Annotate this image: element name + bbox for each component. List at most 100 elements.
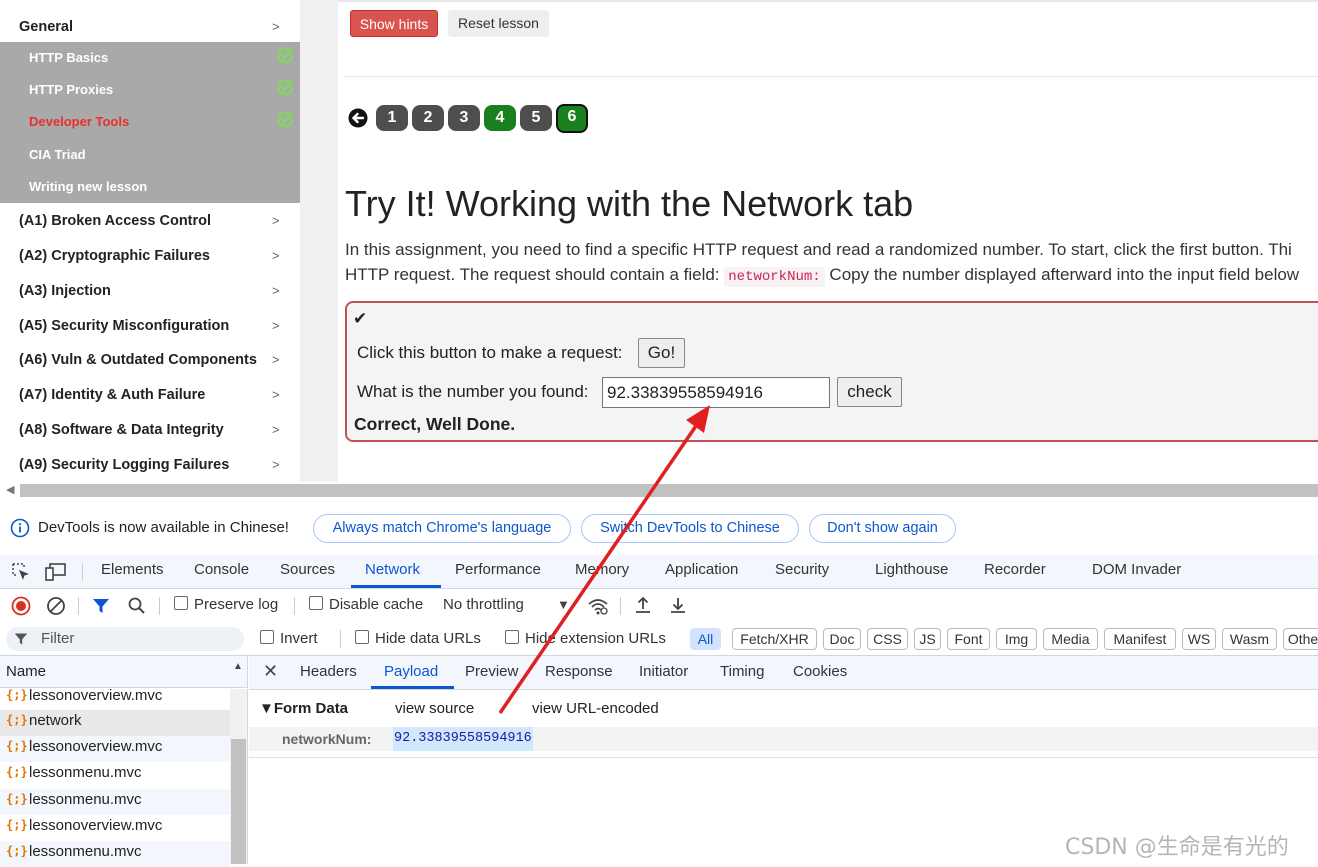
type-filter-img[interactable]: Img <box>996 628 1037 650</box>
type-filter-media[interactable]: Media <box>1043 628 1098 650</box>
type-filter-wasm[interactable]: Wasm <box>1222 628 1277 650</box>
number-label: What is the number you found: <box>357 382 589 401</box>
dropdown-arrow-icon[interactable]: ▼ <box>557 597 570 612</box>
tab-preview[interactable]: Preview <box>465 663 518 680</box>
type-filter-all[interactable]: All <box>690 628 721 650</box>
scroll-left-icon[interactable]: ◀ <box>6 483 14 496</box>
switch-to-chinese-button[interactable]: Switch DevTools to Chinese <box>581 514 799 543</box>
close-icon[interactable]: ✕ <box>263 661 278 682</box>
tab-headers[interactable]: Headers <box>300 663 357 680</box>
tab-cookies[interactable]: Cookies <box>793 663 847 680</box>
device-toolbar-icon[interactable] <box>45 562 67 582</box>
type-filter-doc[interactable]: Doc <box>823 628 861 650</box>
page-button-4[interactable]: 4 <box>484 105 516 131</box>
tab-response[interactable]: Response <box>545 663 613 680</box>
tab-initiator[interactable]: Initiator <box>639 663 688 680</box>
tab-sources[interactable]: Sources <box>280 561 335 578</box>
category-general[interactable]: General > <box>0 10 300 44</box>
page-button-6[interactable]: 6 <box>556 104 588 133</box>
sort-arrow-icon[interactable]: ▲ <box>233 661 243 672</box>
form-data-toggle[interactable]: ▼Form Data <box>259 700 348 717</box>
previous-page-icon[interactable] <box>348 108 368 128</box>
lesson-paragraph-line-2: HTTP request. The request should contain… <box>345 265 1299 287</box>
disable-cache-checkbox[interactable]: Disable cache <box>309 596 423 613</box>
scrollbar-thumb[interactable] <box>231 739 246 864</box>
tab-timing[interactable]: Timing <box>720 663 764 680</box>
xhr-icon: {;} <box>6 818 28 832</box>
view-url-encoded-link[interactable]: view URL-encoded <box>532 700 659 717</box>
reset-lesson-button[interactable]: Reset lesson <box>448 10 549 37</box>
type-filter-other[interactable]: Othe <box>1283 628 1318 650</box>
tab-elements[interactable]: Elements <box>101 561 164 578</box>
request-row[interactable]: {;} lessonmenu.mvc <box>0 762 230 788</box>
chevron-right-icon: > <box>272 213 280 228</box>
lesson-http-basics[interactable]: HTTP Basics <box>0 42 300 74</box>
tab-recorder[interactable]: Recorder <box>984 561 1046 578</box>
lesson-developer-tools[interactable]: Developer Tools <box>0 106 300 138</box>
checkbox-icon <box>355 630 369 644</box>
preserve-log-checkbox[interactable]: Preserve log <box>174 596 278 613</box>
page-button-5[interactable]: 5 <box>520 105 552 131</box>
request-row[interactable]: {;} lessonoverview.mvc <box>0 685 230 711</box>
type-filter-font[interactable]: Font <box>947 628 990 650</box>
show-hints-button[interactable]: Show hints <box>350 10 438 37</box>
checkbox-label: Invert <box>280 630 318 647</box>
tab-console[interactable]: Console <box>194 561 249 578</box>
page-button-3[interactable]: 3 <box>448 105 480 131</box>
request-list-scrollbar[interactable] <box>230 689 247 864</box>
hide-data-urls-checkbox[interactable]: Hide data URLs <box>355 630 481 647</box>
type-filter-fetch-xhr[interactable]: Fetch/XHR <box>732 628 817 650</box>
tab-performance[interactable]: Performance <box>455 561 541 578</box>
page-button-1[interactable]: 1 <box>376 105 408 131</box>
search-icon[interactable] <box>127 596 147 616</box>
match-language-button[interactable]: Always match Chrome's language <box>313 514 571 543</box>
go-button[interactable]: Go! <box>638 338 685 368</box>
type-filter-css[interactable]: CSS <box>867 628 908 650</box>
tab-lighthouse[interactable]: Lighthouse <box>875 561 948 578</box>
number-input[interactable]: 92.33839558594916 <box>602 377 830 408</box>
category-a2[interactable]: (A2) Cryptographic Failures > <box>0 239 300 273</box>
payload-value[interactable]: 92.33839558594916 <box>393 727 533 751</box>
lesson-label: HTTP Basics <box>29 50 109 65</box>
category-a1[interactable]: (A1) Broken Access Control > <box>0 204 300 238</box>
category-a7[interactable]: (A7) Identity & Auth Failure > <box>0 378 300 412</box>
type-filter-ws[interactable]: WS <box>1182 628 1216 650</box>
category-a8[interactable]: (A8) Software & Data Integrity > <box>0 413 300 447</box>
lesson-http-proxies[interactable]: HTTP Proxies <box>0 74 300 106</box>
view-source-link[interactable]: view source <box>395 700 474 717</box>
page-button-2[interactable]: 2 <box>412 105 444 131</box>
network-conditions-icon[interactable] <box>587 596 609 616</box>
request-row[interactable]: {;} lessonmenu.mvc <box>0 841 230 867</box>
tab-application[interactable]: Application <box>665 561 738 578</box>
clear-icon[interactable] <box>46 596 66 616</box>
category-a5[interactable]: (A5) Security Misconfiguration > <box>0 309 300 343</box>
request-row[interactable]: {;} lessonoverview.mvc <box>0 736 230 762</box>
tab-payload[interactable]: Payload <box>384 663 438 680</box>
check-button[interactable]: check <box>837 377 902 407</box>
tab-network[interactable]: Network <box>365 561 420 578</box>
category-a3[interactable]: (A3) Injection > <box>0 274 300 308</box>
export-har-icon[interactable] <box>669 596 687 614</box>
category-a6[interactable]: (A6) Vuln & Outdated Components > <box>0 343 300 377</box>
tab-security[interactable]: Security <box>775 561 829 578</box>
invert-checkbox[interactable]: Invert <box>260 630 318 647</box>
scrollbar-thumb[interactable] <box>20 484 1318 497</box>
lesson-writing-new-lesson[interactable]: Writing new lesson <box>0 171 300 203</box>
stop-recording-icon[interactable] <box>11 596 31 616</box>
type-filter-manifest[interactable]: Manifest <box>1104 628 1176 650</box>
type-filter-js[interactable]: JS <box>914 628 941 650</box>
tab-dom-invader[interactable]: DOM Invader <box>1092 561 1181 578</box>
throttling-select[interactable]: No throttling <box>443 596 524 613</box>
horizontal-scrollbar[interactable]: ◀ <box>0 482 1318 499</box>
import-har-icon[interactable] <box>634 596 652 614</box>
request-row[interactable]: {;} lessonoverview.mvc <box>0 815 230 841</box>
request-row-selected[interactable]: {;} network <box>0 710 230 736</box>
dont-show-again-button[interactable]: Don't show again <box>809 514 956 543</box>
tab-memory[interactable]: Memory <box>575 561 629 578</box>
request-row[interactable]: {;} lessonmenu.mvc <box>0 789 230 815</box>
hide-extension-urls-checkbox[interactable]: Hide extension URLs <box>505 630 666 647</box>
inspect-element-icon[interactable] <box>11 562 31 582</box>
lesson-cia-triad[interactable]: CIA Triad <box>0 139 300 171</box>
filter-icon[interactable] <box>92 597 110 615</box>
category-a9[interactable]: (A9) Security Logging Failures > <box>0 448 300 482</box>
